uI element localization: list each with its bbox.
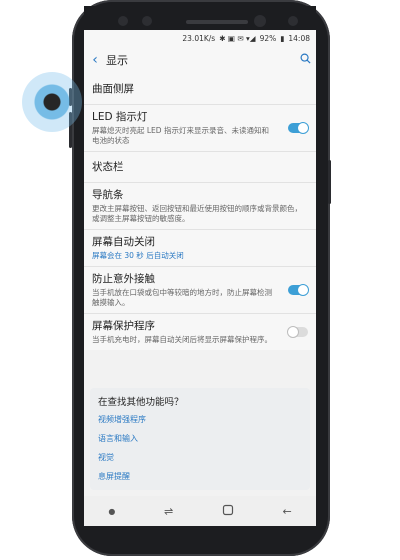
speaker-grille	[186, 20, 248, 24]
setting-title: 防止意外接触	[92, 273, 155, 285]
setting-title: 导航条	[92, 189, 124, 201]
side-button-right	[328, 160, 331, 204]
setting-screensaver[interactable]: 屏幕保护程序 当手机充电时，屏幕自动关闭后将显示屏幕保护程序。	[84, 314, 316, 350]
status-icons: ✱ ▣ ✉ ▾◢	[219, 33, 256, 43]
toggle-knob	[297, 284, 309, 296]
setting-description: 更改主屏幕按钮、返回按钮和最近使用按钮的顺序或背景颜色，或调整主屏幕按钮的敏感度…	[92, 204, 302, 223]
setting-status-bar[interactable]: 状态栏	[84, 152, 316, 183]
link-vision[interactable]: 视觉	[98, 452, 302, 463]
page-title: 显示	[106, 54, 128, 67]
battery-percent: 92%	[259, 33, 277, 43]
setting-value: 屏幕会在 30 秒 后自动关闭	[92, 251, 184, 260]
navigation-bar: ● ⇌ ←	[84, 496, 316, 526]
setting-accidental-touch[interactable]: 防止意外接触 当手机放在口袋或包中等较暗的地方时，防止屏幕检测触摸输入。	[84, 267, 316, 314]
setting-title: 屏幕保护程序	[92, 320, 155, 332]
search-icon[interactable]	[294, 53, 316, 67]
sensor-left	[118, 16, 128, 26]
sensor-right	[288, 16, 298, 26]
link-always-on-display[interactable]: 息屏提醒	[98, 471, 302, 482]
link-language-input[interactable]: 语言和输入	[98, 433, 302, 444]
front-camera	[254, 15, 266, 27]
status-bar: 23.01K/s ✱ ▣ ✉ ▾◢ 92% ▮ 14:08	[84, 30, 316, 46]
home-icon[interactable]	[222, 504, 234, 519]
sensor-mid	[142, 16, 152, 26]
battery-icon: ▮	[280, 33, 285, 43]
toggle-knob	[297, 122, 309, 134]
clock: 14:08	[288, 33, 310, 43]
setting-navigation-bar[interactable]: 导航条 更改主屏幕按钮、返回按钮和最近使用按钮的顺序或背景颜色，或调整主屏幕按钮…	[84, 183, 316, 230]
setting-edge-screen[interactable]: 曲面侧屏	[84, 74, 316, 105]
link-video-enhancer[interactable]: 视频增强程序	[98, 414, 302, 425]
screen: 23.01K/s ✱ ▣ ✉ ▾◢ 92% ▮ 14:08 ‹ 显示 曲面侧屏 …	[84, 30, 316, 526]
setting-title: LED 指示灯	[92, 111, 148, 123]
app-bar: ‹ 显示	[84, 46, 316, 74]
dot-icon[interactable]: ●	[108, 507, 115, 516]
setting-description: 当手机放在口袋或包中等较暗的地方时，防止屏幕检测触摸输入。	[92, 288, 272, 307]
setting-title: 曲面侧屏	[92, 83, 134, 95]
suggestions-card: 在查找其他功能吗？ 视频增强程序 语言和输入 视觉 息屏提醒	[90, 388, 310, 490]
network-speed: 23.01K/s	[182, 33, 216, 43]
setting-description: 屏幕熄灭时亮起 LED 指示灯来显示录音、未读通知和电池的状态	[92, 126, 269, 145]
accidental-touch-toggle[interactable]	[288, 284, 309, 296]
setting-title: 屏幕自动关闭	[92, 236, 155, 248]
back-arrow-icon[interactable]: ←	[282, 505, 291, 518]
toggle-knob	[287, 326, 299, 338]
led-toggle[interactable]	[288, 122, 309, 134]
screensaver-toggle[interactable]	[287, 326, 308, 338]
recent-apps-icon[interactable]: ⇌	[164, 505, 173, 518]
setting-title: 状态栏	[92, 161, 124, 173]
setting-led-indicator[interactable]: LED 指示灯 屏幕熄灭时亮起 LED 指示灯来显示录音、未读通知和电池的状态	[84, 105, 316, 152]
setting-description: 当手机充电时，屏幕自动关闭后将显示屏幕保护程序。	[92, 335, 272, 344]
chevron-left-icon[interactable]: ‹	[84, 52, 106, 68]
suggestions-heading: 在查找其他功能吗？	[98, 397, 184, 408]
setting-screen-timeout[interactable]: 屏幕自动关闭 屏幕会在 30 秒 后自动关闭	[84, 230, 316, 267]
touch-indicator	[22, 72, 82, 132]
settings-list: 曲面侧屏 LED 指示灯 屏幕熄灭时亮起 LED 指示灯来显示录音、未读通知和电…	[84, 74, 316, 350]
